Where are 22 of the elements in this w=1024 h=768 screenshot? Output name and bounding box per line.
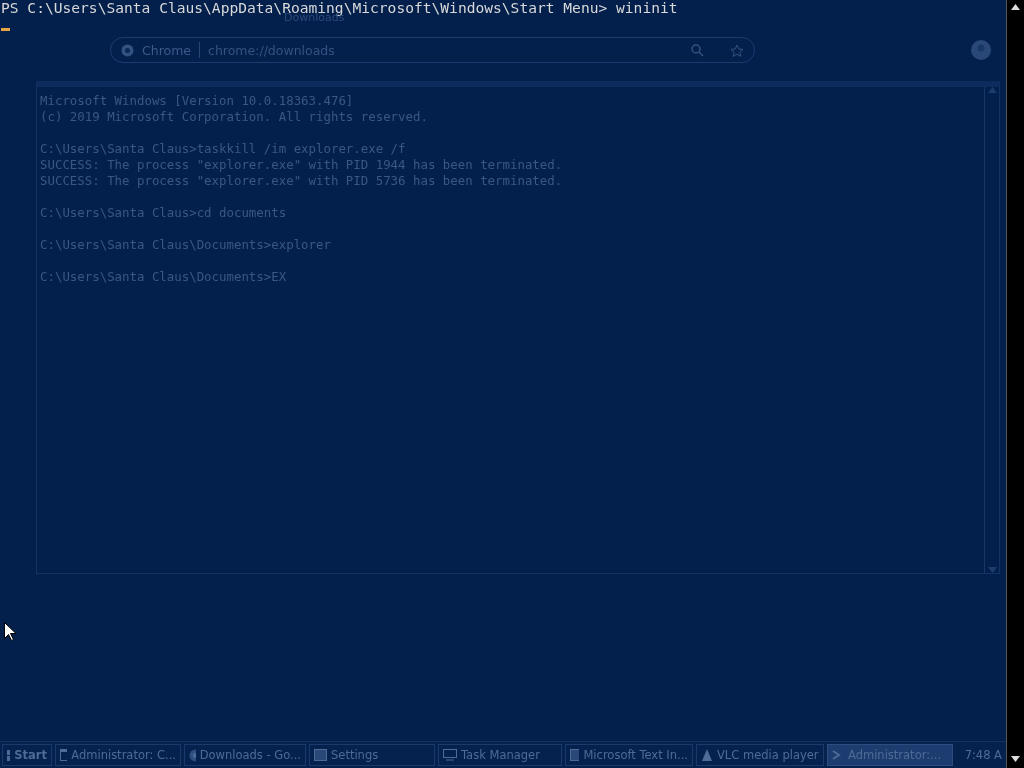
site-label: Chrome — [142, 42, 192, 58]
taskbar-button[interactable]: Task Manager — [438, 744, 562, 766]
window-icon — [570, 749, 580, 761]
taskbar-button[interactable]: Administrator: C... — [55, 744, 181, 766]
scroll-up-icon[interactable] — [1011, 4, 1020, 10]
taskbar-button[interactable]: VLC media player — [696, 744, 824, 766]
start-button[interactable]: Start — [2, 744, 52, 766]
taskbar-button[interactable]: Microsoft Text In... — [565, 744, 693, 766]
monitor-icon — [443, 749, 457, 761]
profile-icon[interactable] — [971, 40, 991, 60]
clock: 7:48 A — [964, 748, 1003, 762]
browser-logo-icon — [121, 43, 134, 57]
mouse-pointer-icon — [4, 622, 16, 641]
window-icon — [314, 749, 327, 761]
taskbar-button[interactable]: Downloads - Go... — [184, 744, 306, 766]
star-icon[interactable] — [730, 43, 744, 57]
search-icon[interactable] — [691, 43, 704, 57]
console-icon — [60, 749, 68, 761]
cone-icon — [701, 748, 713, 762]
scroll-down-icon[interactable] — [1011, 756, 1020, 762]
taskbar-button[interactable]: Settings — [309, 744, 435, 766]
text-cursor — [1, 28, 10, 31]
